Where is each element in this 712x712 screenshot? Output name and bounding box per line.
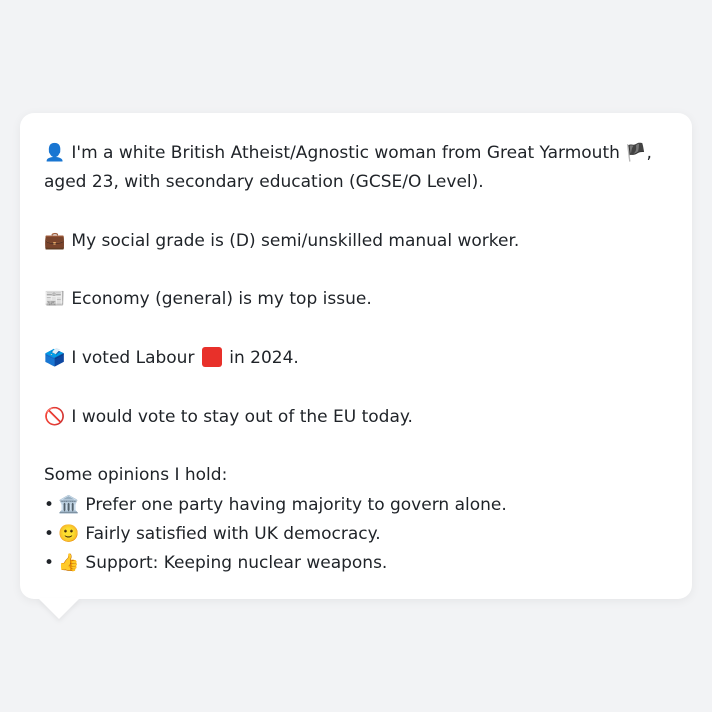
person-silhouette-icon: 👤 bbox=[44, 143, 66, 163]
opinion-item: • 🙂 Fairly satisfied with UK democracy. bbox=[44, 520, 672, 549]
social-grade-line: 💼 My social grade is (D) semi/unskilled … bbox=[44, 227, 672, 256]
newspaper-icon: 📰 bbox=[44, 289, 66, 310]
social-grade-text: My social grade is (D) semi/unskilled ma… bbox=[71, 230, 520, 251]
ballot-box-icon: 🗳️ bbox=[44, 348, 66, 369]
briefcase-icon: 💼 bbox=[44, 230, 66, 251]
bullet: • bbox=[44, 494, 55, 515]
england-flag-icon: 🏴 bbox=[625, 143, 647, 163]
bullet: • bbox=[44, 523, 55, 544]
red-square-icon bbox=[201, 347, 222, 368]
opinion-text: Fairly satisfied with UK democracy. bbox=[85, 523, 381, 544]
top-issue-text: Economy (general) is my top issue. bbox=[71, 289, 372, 310]
eu-line: 🚫 I would vote to stay out of the EU tod… bbox=[44, 403, 672, 432]
intro-text: I'm a white British Atheist/Agnostic wom… bbox=[71, 143, 620, 163]
opinion-text: Support: Keeping nuclear weapons. bbox=[85, 553, 388, 574]
classical-building-icon: 🏛️ bbox=[58, 494, 80, 515]
opinion-item: • 🏛️ Prefer one party having majority to … bbox=[44, 491, 672, 520]
eu-text: I would vote to stay out of the EU today… bbox=[71, 406, 413, 427]
bullet: • bbox=[44, 553, 55, 574]
prohibited-icon: 🚫 bbox=[44, 406, 66, 427]
message-bubble: 👤 I'm a white British Atheist/Agnostic w… bbox=[20, 113, 692, 599]
slightly-smiling-face-icon: 🙂 bbox=[58, 523, 80, 544]
intro-line: 👤 I'm a white British Atheist/Agnostic w… bbox=[44, 139, 672, 198]
opinion-text: Prefer one party having majority to gove… bbox=[85, 494, 507, 515]
vote-line: 🗳️ I voted Labour in 2024. bbox=[44, 344, 672, 373]
bubble-tail bbox=[38, 598, 80, 619]
opinions-heading: Some opinions I hold: bbox=[44, 465, 228, 486]
vote-text: I voted Labour bbox=[71, 348, 195, 369]
thumbs-up-icon: 👍 bbox=[58, 553, 80, 574]
vote-year-text: in 2024. bbox=[229, 348, 299, 369]
opinion-item: • 👍 Support: Keeping nuclear weapons. bbox=[44, 549, 672, 578]
top-issue-line: 📰 Economy (general) is my top issue. bbox=[44, 285, 672, 314]
